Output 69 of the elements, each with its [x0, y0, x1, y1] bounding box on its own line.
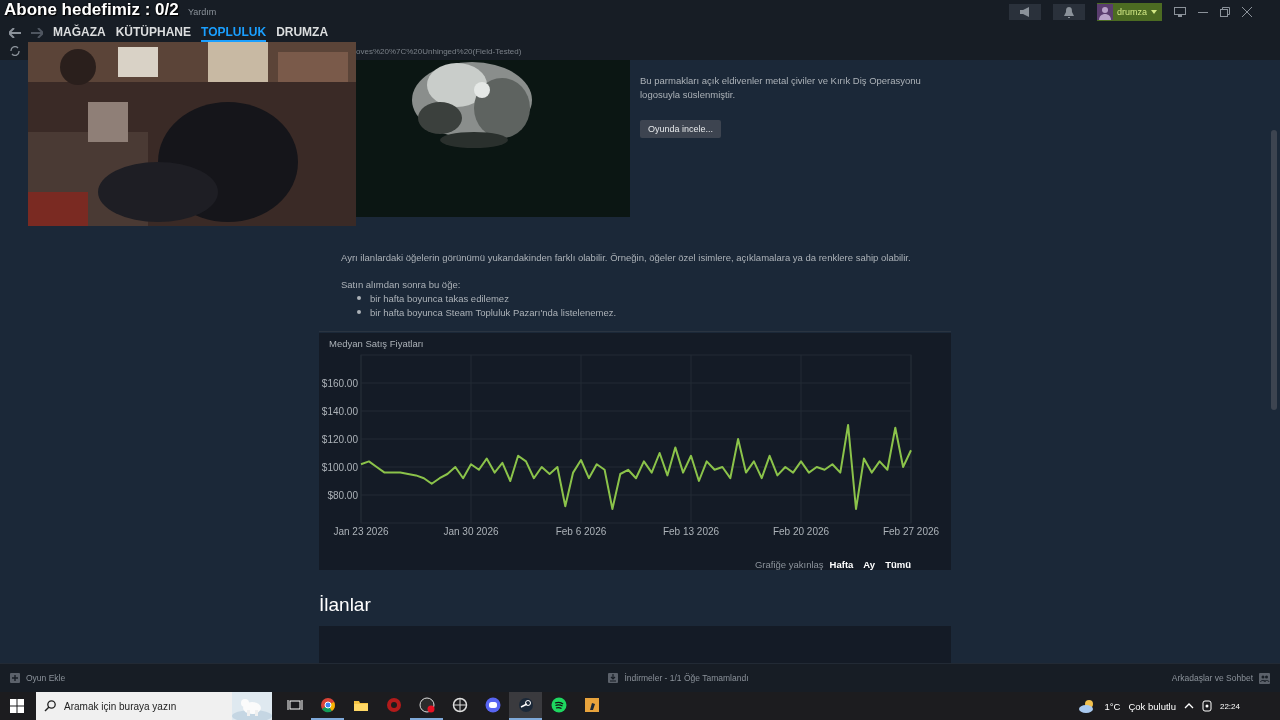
- zoom-label: Grafiğe yakınlaş: [754, 558, 824, 570]
- axis-label: Jan 23 2026: [333, 525, 389, 537]
- recorder-icon: [418, 697, 435, 713]
- temperature: 1°C: [1104, 700, 1121, 712]
- globe-icon: [451, 697, 468, 713]
- inspect-button[interactable]: Oyunda incele...: [640, 120, 722, 138]
- notice-text: Satın alımdan sonra bu öğe:: [341, 278, 462, 292]
- bullet-icon: [357, 296, 361, 301]
- app-icon: [385, 697, 402, 713]
- axis-label: $140.00: [321, 405, 358, 417]
- close-icon[interactable]: [1242, 7, 1252, 17]
- bullet-icon: [357, 310, 361, 315]
- downloads-button[interactable]: İndirmeler - 1/1 Öğe Tamamlandı: [608, 673, 749, 683]
- zoom-link[interactable]: Hafta: [829, 558, 854, 570]
- axis-label: $100.00: [321, 461, 358, 473]
- zoom-link[interactable]: Ay: [863, 558, 876, 570]
- avatar-icon: [1097, 4, 1113, 20]
- plus-icon: [10, 673, 20, 683]
- axis-label: $160.00: [321, 377, 358, 389]
- chart-title: Medyan Satış Fiyatları: [328, 336, 425, 349]
- menu-item[interactable]: Yardım: [188, 7, 217, 17]
- username: drumza: [1117, 7, 1147, 17]
- music-app-icon: [550, 697, 567, 713]
- back-arrow-icon[interactable]: [9, 28, 21, 38]
- friends-icon: [1259, 672, 1270, 684]
- axis-label: Jan 30 2026: [443, 525, 499, 537]
- notice-text: Ayrı ilanlardaki öğelerin görünümü yukarıdakinden farklı olabilir. Örneğin, öğeler özel isimlere, açıklamalara ya da renklere sahip olabilir.: [341, 251, 912, 265]
- add-game-button[interactable]: Oyun Ekle: [10, 673, 66, 683]
- axis-label: Feb 13 2026: [662, 525, 720, 537]
- nav-tab[interactable]: DRUMZA: [276, 24, 329, 42]
- url-text: oves%20%7C%20Unhinged%20(Field-Tested): [356, 46, 522, 56]
- search-icon: [44, 700, 56, 712]
- restriction-text: bir hafta boyunca Steam Topluluk Pazarı'nda listelenemez.: [370, 306, 617, 318]
- search-box[interactable]: Aramak için buraya yazın: [36, 692, 272, 720]
- task-view-icon: [286, 697, 303, 713]
- axis-label: Feb 20 2026: [772, 525, 830, 537]
- axis-label: Feb 27 2026: [882, 525, 940, 537]
- refresh-icon[interactable]: [10, 46, 20, 56]
- browser-icon: [319, 697, 336, 713]
- search-field[interactable]: Aramak için buraya yazın: [62, 699, 226, 713]
- bell-icon: [1064, 6, 1074, 18]
- nav-tab[interactable]: MAĞAZA: [53, 24, 106, 42]
- section-heading: İlanlar: [319, 593, 372, 616]
- monitor-icon[interactable]: [1174, 7, 1186, 17]
- overlay-text: Abone hedefimiz : 0/2: [4, 0, 179, 20]
- megaphone-icon: [1019, 7, 1031, 17]
- windows-icon[interactable]: [10, 699, 24, 713]
- notifications-button[interactable]: [1053, 4, 1085, 20]
- weather-text: Çok bulutlu: [1128, 700, 1176, 712]
- nav-tab[interactable]: KÜTÜPHANE: [115, 24, 191, 42]
- item-description: Bu parmakları açık eldivenler metal çiviler ve Kırık Diş Operasyonu logosuyla süslenmiştir.: [640, 74, 922, 102]
- zoom-link[interactable]: Tümü: [885, 558, 911, 570]
- axis-label: Feb 6 2026: [555, 525, 607, 537]
- restore-icon[interactable]: [1220, 7, 1230, 17]
- scrollbar[interactable]: [1271, 130, 1277, 410]
- friends-chat-button[interactable]: Arkadaşlar ve Sohbet: [1171, 672, 1270, 684]
- download-icon: [608, 673, 619, 683]
- axis-label: $80.00: [327, 489, 358, 501]
- camera-icon[interactable]: [1201, 700, 1212, 712]
- game-icon: [583, 697, 600, 713]
- restriction-text: bir hafta boyunca takas edilemez: [370, 292, 509, 304]
- chat-app-icon: [484, 697, 501, 713]
- clock-time: 22:24: [1219, 701, 1240, 711]
- chevron-up-icon[interactable]: [1183, 703, 1194, 709]
- taskbar-app[interactable]: [509, 692, 542, 720]
- axis-label: $120.00: [321, 433, 358, 445]
- account-menu[interactable]: drumza: [1097, 3, 1162, 21]
- caret-icon: [1151, 10, 1157, 14]
- announcements-button[interactable]: [1009, 4, 1041, 20]
